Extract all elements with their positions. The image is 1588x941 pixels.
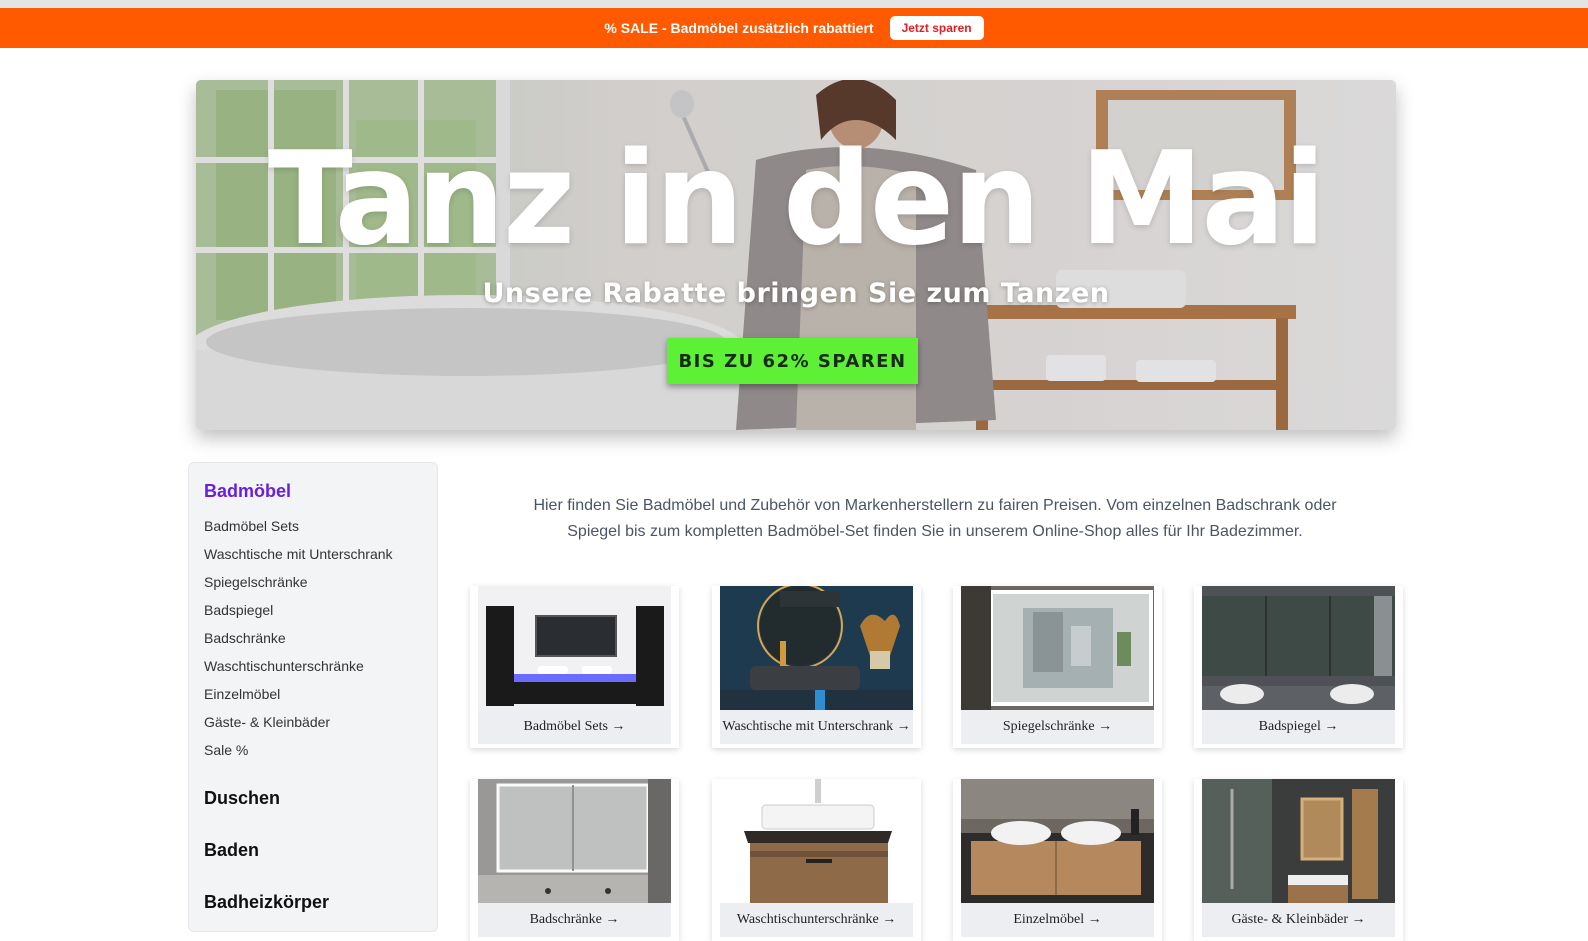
category-image bbox=[720, 779, 913, 903]
sidebar-item-gaestebaeder[interactable]: Gäste- & Kleinbäder bbox=[204, 712, 422, 740]
category-caption: Gäste- & Kleinbäder → bbox=[1202, 903, 1395, 937]
sidebar-item-badmoebel-sets[interactable]: Badmöbel Sets bbox=[204, 516, 422, 544]
hero-banner[interactable]: Tanz in den Mai Unsere Rabatte bringen S… bbox=[196, 80, 1396, 430]
hero-cta-button[interactable]: BIS ZU 62% SPAREN bbox=[667, 338, 918, 384]
category-image bbox=[961, 586, 1154, 710]
category-card-spiegelschraenke[interactable]: Spiegelschränke → bbox=[953, 586, 1162, 748]
sidebar-item-badschraenke[interactable]: Badschränke bbox=[204, 628, 422, 656]
intro-text: Hier finden Sie Badmöbel und Zubehör von… bbox=[533, 497, 1337, 540]
category-card-gaestebaeder[interactable]: Gäste- & Kleinbäder → bbox=[1194, 779, 1403, 941]
category-card-badschraenke[interactable]: Badschränke → bbox=[470, 779, 679, 941]
category-caption: Einzelmöbel → bbox=[961, 903, 1154, 937]
category-card-waschtischunterschraenke[interactable]: Waschtischunterschränke → bbox=[712, 779, 921, 941]
sidebar-item-waschtischunterschraenke[interactable]: Waschtischunterschränke bbox=[204, 656, 422, 684]
category-card-waschtische[interactable]: Waschtische mit Unterschrank → bbox=[712, 586, 921, 748]
category-card-badspiegel[interactable]: Badspiegel → bbox=[1194, 586, 1403, 748]
sidebar-heading-duschen[interactable]: Duschen bbox=[204, 788, 422, 816]
sidebar-heading-baden[interactable]: Baden bbox=[204, 840, 422, 868]
sidebar-item-spiegelschraenke[interactable]: Spiegelschränke bbox=[204, 572, 422, 600]
category-caption: Spiegelschränke → bbox=[961, 710, 1154, 744]
browser-top-strip bbox=[0, 0, 1588, 8]
sidebar-item-badspiegel[interactable]: Badspiegel bbox=[204, 600, 422, 628]
category-image bbox=[720, 586, 913, 710]
promo-text: % SALE - Badmöbel zusätzlich rabattiert bbox=[604, 20, 874, 36]
sidebar-item-einzelmoebel[interactable]: Einzelmöbel bbox=[204, 684, 422, 712]
category-card-einzelmoebel[interactable]: Einzelmöbel → bbox=[953, 779, 1162, 941]
category-caption: Waschtischunterschränke → bbox=[720, 903, 913, 937]
sidebar-item-sale[interactable]: Sale % bbox=[204, 740, 422, 768]
sidebar-item-waschtische[interactable]: Waschtische mit Unterschrank bbox=[204, 544, 422, 572]
category-image bbox=[1202, 586, 1395, 710]
category-caption: Badschränke → bbox=[478, 903, 671, 937]
category-caption: Waschtische mit Unterschrank → bbox=[720, 710, 913, 744]
category-image bbox=[478, 586, 671, 710]
category-image bbox=[1202, 779, 1395, 903]
category-caption: Badspiegel → bbox=[1202, 710, 1395, 744]
sidebar-heading-badheizkoerper[interactable]: Badheizkörper bbox=[204, 892, 422, 920]
category-image bbox=[478, 779, 671, 903]
category-card-badmoebel-sets[interactable]: Badmöbel Sets → bbox=[470, 586, 679, 748]
promo-banner: % SALE - Badmöbel zusätzlich rabattiert … bbox=[0, 8, 1588, 48]
category-image bbox=[961, 779, 1154, 903]
hero-title: Tanz in den Mai bbox=[267, 125, 1326, 274]
promo-save-button[interactable]: Jetzt sparen bbox=[889, 16, 984, 40]
category-sidebar: Badmöbel Badmöbel Sets Waschtische mit U… bbox=[188, 462, 438, 932]
hero-subtitle: Unsere Rabatte bringen Sie zum Tanzen bbox=[482, 278, 1110, 309]
sidebar-heading-badmoebel[interactable]: Badmöbel bbox=[204, 481, 422, 502]
category-caption: Badmöbel Sets → bbox=[478, 710, 671, 744]
